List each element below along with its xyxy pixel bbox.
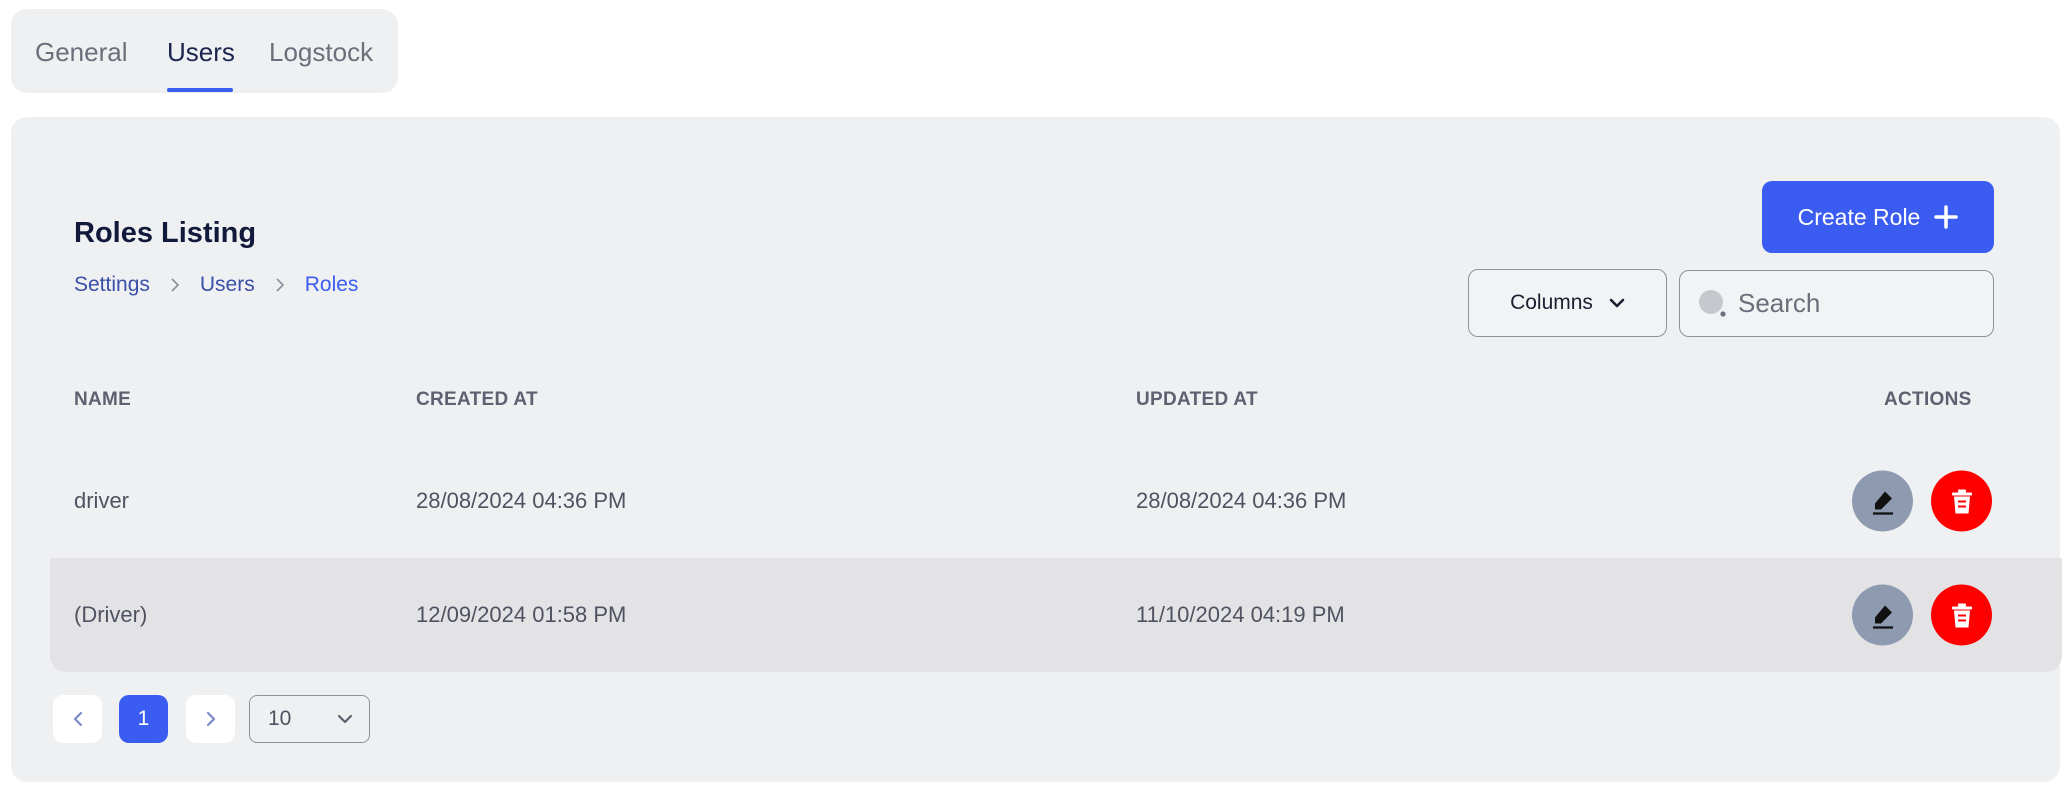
pen-icon <box>1872 491 1893 515</box>
tab-users[interactable]: Users <box>167 37 235 68</box>
active-tab-indicator <box>167 88 233 92</box>
search-box[interactable] <box>1679 270 1994 337</box>
edit-button[interactable] <box>1852 584 1913 646</box>
created-at: 12/09/2024 01:58 PM <box>416 602 627 627</box>
prev-page-button[interactable] <box>53 695 102 743</box>
search-input[interactable] <box>1738 288 1978 319</box>
page-size-select[interactable]: 10 <box>249 695 370 743</box>
breadcrumb-settings[interactable]: Settings <box>74 273 150 297</box>
page-size-value: 10 <box>268 707 292 730</box>
table-row: driver 28/08/2024 04:36 PM 28/08/2024 04… <box>50 444 2062 558</box>
edit-button[interactable] <box>1852 470 1913 532</box>
columns-button[interactable]: Columns <box>1468 269 1667 337</box>
column-header-name[interactable]: NAME <box>74 389 131 411</box>
chevron-left-icon <box>73 711 82 727</box>
page-title: Roles Listing <box>74 217 257 249</box>
tab-bar: General Users Logstock <box>11 9 398 93</box>
trash-icon <box>1951 603 1972 627</box>
column-header-actions: ACTIONS <box>1884 389 1972 410</box>
create-role-button[interactable]: Create Role <box>1762 181 1994 253</box>
search-icon <box>1699 289 1726 317</box>
create-role-label: Create Role <box>1797 203 1921 230</box>
trash-icon <box>1951 489 1972 513</box>
table-row: (Driver) 12/09/2024 01:58 PM 11/10/2024 … <box>50 558 2062 672</box>
chevron-right-icon <box>255 276 305 294</box>
updated-at: 28/08/2024 04:36 PM <box>1136 488 1347 513</box>
delete-button[interactable] <box>1931 584 1992 646</box>
chevron-down-icon <box>337 714 353 724</box>
chevron-down-icon <box>1609 298 1625 308</box>
role-name: driver <box>74 488 130 513</box>
delete-button[interactable] <box>1931 470 1992 532</box>
breadcrumb-users[interactable]: Users <box>200 273 255 297</box>
plus-icon <box>1934 205 1959 229</box>
page-button-current[interactable]: 1 <box>119 695 168 743</box>
tab-general[interactable]: General <box>35 37 128 68</box>
created-at: 28/08/2024 04:36 PM <box>416 488 627 513</box>
column-header-created-at[interactable]: CREATED AT <box>416 389 538 411</box>
chevron-right-icon <box>206 711 215 727</box>
roles-panel: Roles Listing Settings Users Roles Creat… <box>11 117 2062 782</box>
pen-icon <box>1872 605 1893 629</box>
updated-at: 11/10/2024 04:19 PM <box>1136 602 1345 627</box>
breadcrumb-roles: Roles <box>304 273 359 296</box>
columns-label: Columns <box>1510 291 1593 314</box>
breadcrumb: Settings Users Roles <box>74 273 358 297</box>
chevron-right-icon <box>150 276 200 294</box>
role-name: (Driver) <box>74 602 148 627</box>
tab-logstock[interactable]: Logstock <box>269 37 373 68</box>
next-page-button[interactable] <box>186 695 235 743</box>
column-header-updated-at[interactable]: UPDATED AT <box>1136 389 1258 411</box>
